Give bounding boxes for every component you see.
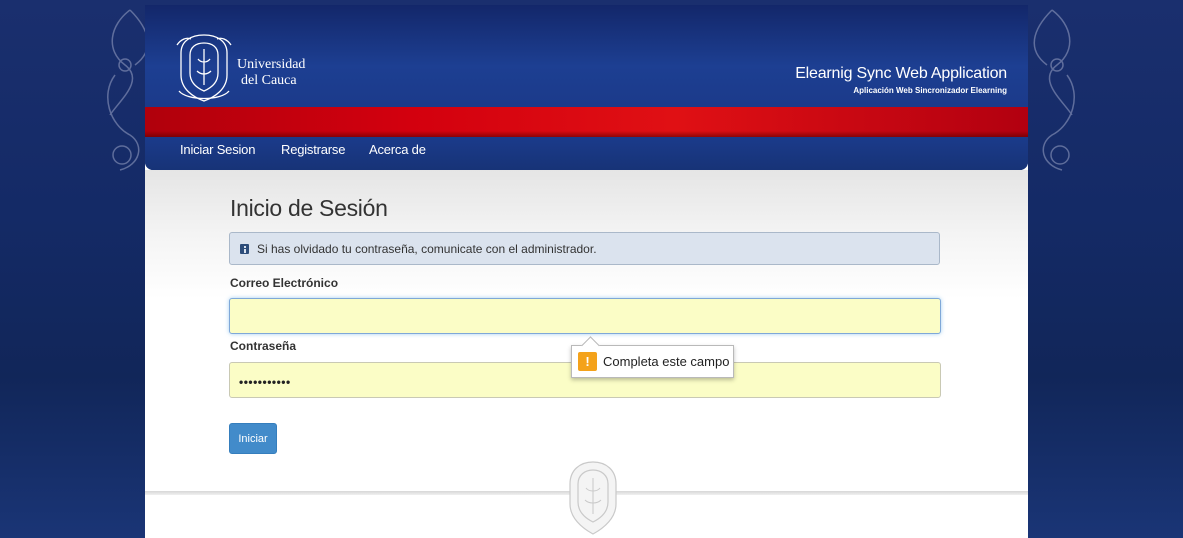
- password-label: Contraseña: [230, 339, 297, 353]
- logo-line-1: Universidad: [237, 57, 306, 72]
- app-subtitle: Aplicación Web Sincronizador Elearning: [853, 86, 1007, 95]
- ornament-right-icon: [1033, 9, 1075, 171]
- email-label: Correo Electrónico: [230, 276, 339, 290]
- university-seal-icon[interactable]: [173, 31, 235, 105]
- app-title: Elearnig Sync Web Application: [795, 65, 1007, 82]
- validation-tooltip: ! Completa este campo: [571, 345, 734, 378]
- page-title: Inicio de Sesión: [230, 195, 388, 221]
- warning-icon: !: [578, 352, 597, 371]
- logo-line-2: del Cauca: [241, 73, 297, 88]
- nav-item-iniciar-sesion[interactable]: Iniciar Sesion: [180, 142, 255, 157]
- nav-item-registrarse[interactable]: Registrarse: [281, 142, 345, 157]
- info-alert: Si has olvidado tu contraseña, comunicat…: [229, 232, 940, 265]
- password-value: •••••••••••: [239, 375, 291, 389]
- validation-tooltip-text: Completa este campo: [603, 354, 730, 369]
- logo-text[interactable]: Universidad del Cauca: [237, 57, 305, 89]
- nav-item-acerca-de[interactable]: Acerca de: [369, 142, 426, 157]
- site-header: Universidad del Cauca Elearnig Sync Web …: [145, 5, 1028, 170]
- header-red-band: [145, 107, 1028, 137]
- info-alert-text: Si has olvidado tu contraseña, comunicat…: [257, 242, 597, 256]
- email-field[interactable]: [229, 298, 941, 334]
- iniciar-button[interactable]: Iniciar: [229, 423, 277, 454]
- info-icon: [240, 244, 249, 254]
- nav-bar: [145, 137, 1028, 170]
- footer-seal-icon: [569, 461, 617, 535]
